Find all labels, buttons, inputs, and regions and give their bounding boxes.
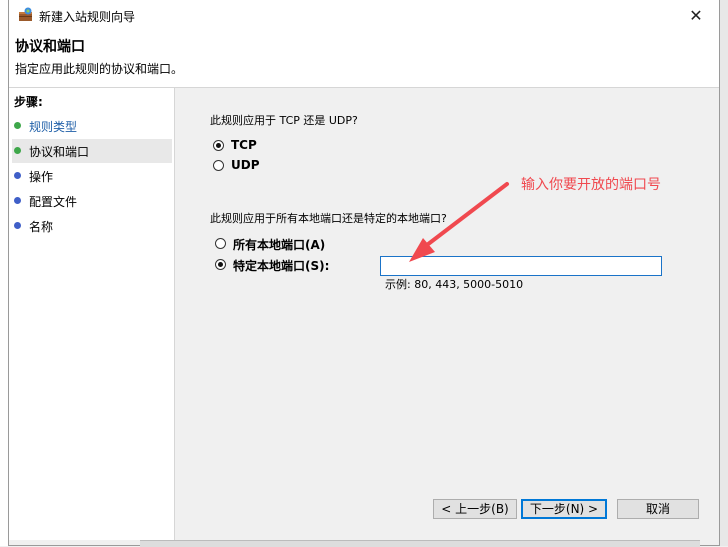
back-button[interactable]: < 上一步(B) (433, 499, 517, 519)
step-label: 配置文件 (29, 195, 78, 209)
step-action[interactable]: 操作 (12, 164, 172, 188)
annotation-arrow-icon (409, 182, 509, 262)
step-label: 协议和端口 (29, 145, 90, 159)
ports-example-hint: 示例: 80, 443, 5000-5010 (385, 278, 524, 291)
page-subtitle: 指定应用此规则的协议和端口。 (15, 62, 184, 76)
close-icon[interactable]: ✕ (673, 0, 719, 31)
title-bar[interactable]: 新建入站规则向导 ✕ (9, 0, 719, 31)
radio-circle (213, 140, 224, 151)
protocol-question: 此规则应用于 TCP 还是 UDP? (210, 114, 358, 127)
window-title: 新建入站规则向导 (39, 10, 136, 24)
step-label: 规则类型 (29, 120, 78, 134)
steps-title: 步骤: (14, 95, 43, 109)
annotation-text: 输入你要开放的端口号 (521, 177, 661, 193)
wizard-header: 协议和端口 指定应用此规则的协议和端口。 (9, 31, 719, 88)
radio-circle (215, 238, 226, 249)
radio-circle (213, 160, 224, 171)
radio-circle (215, 259, 226, 270)
content-panel: 此规则应用于 TCP 还是 UDP? TCP UDP 此规则应用于所有本地端口还… (175, 88, 719, 540)
step-label: 名称 (29, 220, 54, 234)
steps-panel: 步骤: 规则类型 协议和端口 操作 配置文件 名称 (9, 88, 175, 540)
step-profile[interactable]: 配置文件 (12, 189, 172, 213)
step-label: 操作 (29, 170, 54, 184)
step-status-dot-icon (14, 222, 21, 229)
step-status-dot-icon (14, 172, 21, 179)
firewall-app-icon (19, 7, 32, 21)
step-status-dot-icon (14, 197, 21, 204)
step-protocol-and-ports[interactable]: 协议和端口 (12, 139, 172, 163)
radio-label: 所有本地端口(A) (233, 238, 326, 252)
step-status-dot-icon (14, 147, 21, 154)
step-name[interactable]: 名称 (12, 214, 172, 238)
radio-label: UDP (231, 158, 260, 172)
page-title: 协议和端口 (15, 39, 85, 55)
cancel-button[interactable]: 取消 (617, 499, 699, 519)
step-status-dot-icon (14, 122, 21, 129)
next-button[interactable]: 下一步(N) > (521, 499, 607, 519)
radio-label: TCP (231, 138, 257, 152)
background-window-edge-right (720, 0, 728, 546)
radio-label: 特定本地端口(S): (233, 259, 330, 273)
step-rule-type[interactable]: 规则类型 (12, 114, 172, 138)
wizard-window: 新建入站规则向导 ✕ 协议和端口 指定应用此规则的协议和端口。 步骤: 规则类型… (8, 0, 720, 546)
